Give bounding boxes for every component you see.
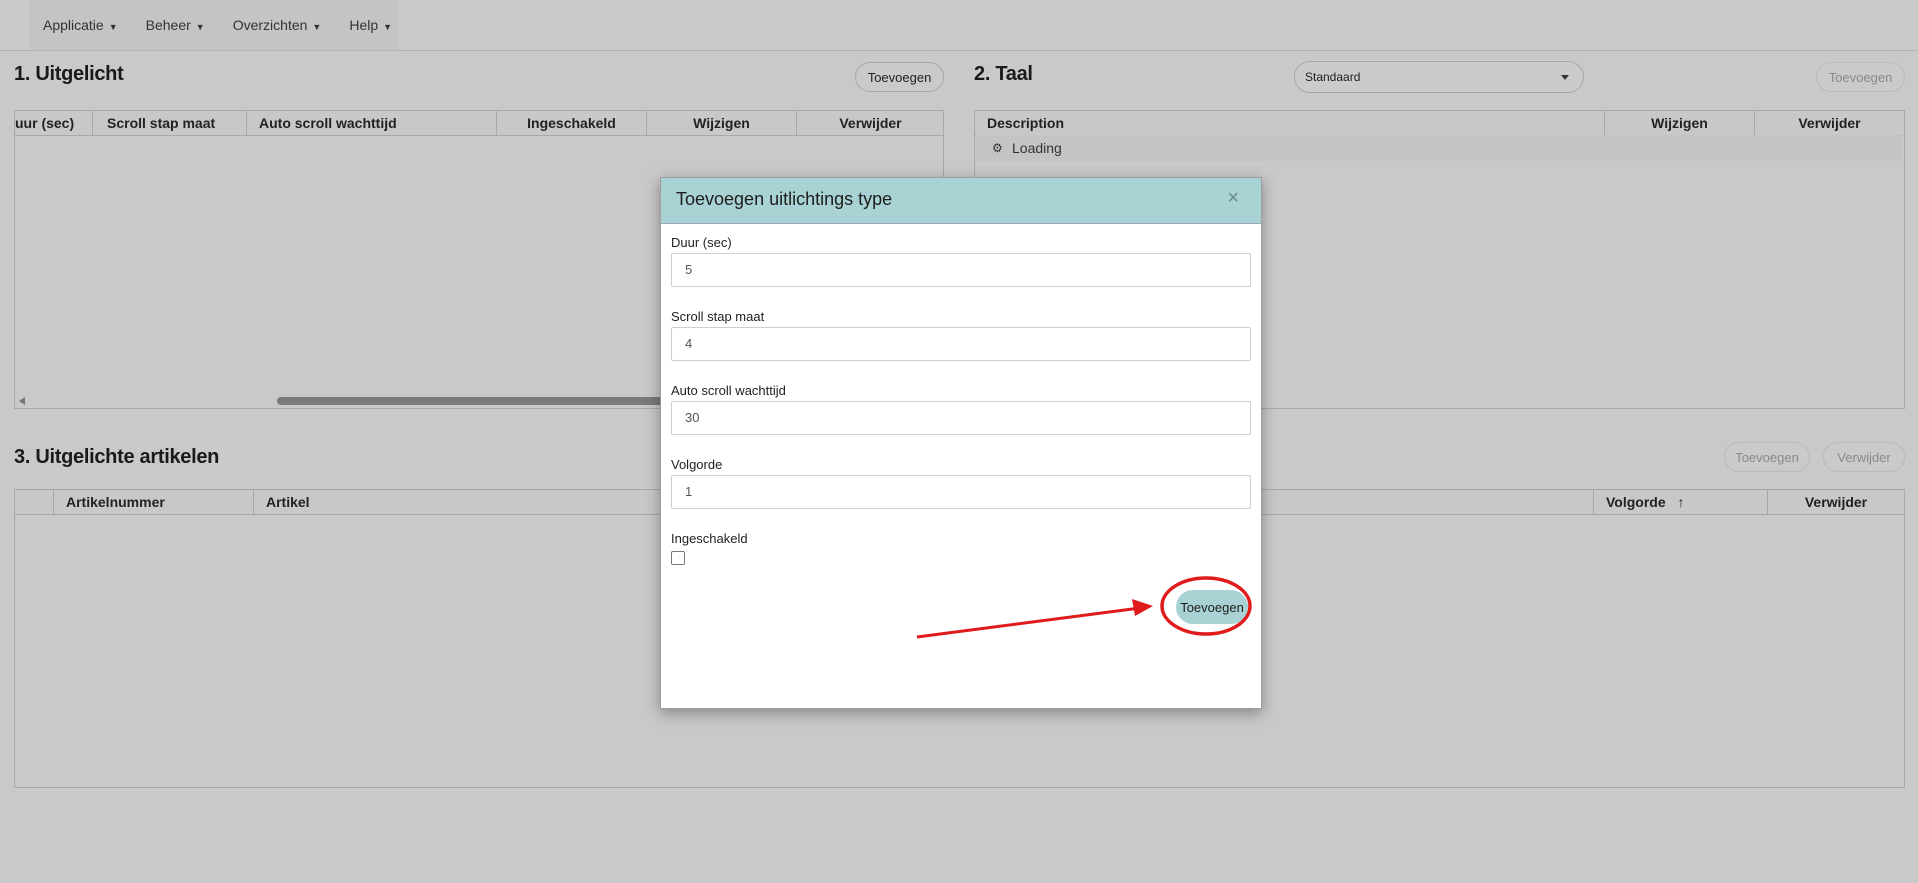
sort-ascending-icon: ↑ <box>1677 494 1685 510</box>
duur-input[interactable]: 5 <box>671 253 1251 287</box>
nav-overzichten-menu[interactable]: Overzichten ▼ <box>233 17 322 33</box>
gear-icon: ⚙ <box>992 141 1003 155</box>
column-header-duur[interactable]: uur (sec) <box>15 111 92 135</box>
caret-down-icon: ▼ <box>383 22 393 32</box>
nav-help-menu[interactable]: Help ▼ <box>349 17 392 33</box>
scrollbar-thumb[interactable] <box>277 397 677 405</box>
column-header-verwijder[interactable]: Verwijder <box>1754 111 1904 135</box>
column-header-verwijder[interactable]: Verwijder <box>1767 490 1904 514</box>
duur-label: Duur (sec) <box>671 235 732 250</box>
scroll-stap-input[interactable]: 4 <box>671 327 1251 361</box>
loading-text: Loading <box>1012 140 1062 156</box>
column-header-wijzigen[interactable]: Wijzigen <box>1604 111 1754 135</box>
section2-title: 2. Taal <box>974 63 1033 85</box>
section1-add-button[interactable]: Toevoegen <box>855 62 944 92</box>
add-type-modal: Toevoegen uitlichtings type × Duur (sec)… <box>660 177 1262 709</box>
section3-title: 3. Uitgelichte artikelen <box>14 446 220 468</box>
chevron-down-icon <box>1561 75 1569 80</box>
column-header-description[interactable]: Description <box>975 111 1604 135</box>
column-header-wijzigen[interactable]: Wijzigen <box>646 111 796 135</box>
close-icon[interactable]: × <box>1227 187 1239 210</box>
ingeschakeld-checkbox[interactable] <box>671 551 685 565</box>
caret-down-icon: ▼ <box>312 22 322 32</box>
section1-title: 1. Uitgelicht <box>14 63 124 85</box>
section2-table-header: Description Wijzigen Verwijder <box>975 111 1904 136</box>
caret-down-icon: ▼ <box>108 22 118 32</box>
column-header-verwijder[interactable]: Verwijder <box>796 111 944 135</box>
nav-applicatie-menu[interactable]: Applicatie ▼ <box>43 17 118 33</box>
section2-add-button[interactable]: Toevoegen <box>1816 62 1905 92</box>
loading-row: ⚙ Loading <box>976 135 1903 161</box>
section1-table-header: uur (sec) Scroll stap maat Auto scroll w… <box>15 111 943 136</box>
top-navbar: Applicatie ▼ Beheer ▼ Overzichten ▼ Help ▼ <box>0 0 1918 51</box>
modal-title: Toevoegen uitlichtings type <box>676 189 893 209</box>
section3-add-button[interactable]: Toevoegen <box>1724 442 1810 472</box>
column-header-ingeschakeld[interactable]: Ingeschakeld <box>496 111 646 135</box>
auto-scroll-input[interactable]: 30 <box>671 401 1251 435</box>
column-header-select[interactable] <box>15 490 53 514</box>
column-header-scroll-stap[interactable]: Scroll stap maat <box>92 111 246 135</box>
modal-header: Toevoegen uitlichtings type × <box>661 178 1261 224</box>
caret-down-icon: ▼ <box>195 22 205 32</box>
column-header-volgorde[interactable]: Volgorde ↑ <box>1593 490 1767 514</box>
scroll-stap-label: Scroll stap maat <box>671 309 765 324</box>
section3-delete-button[interactable]: Verwijder <box>1823 442 1905 472</box>
column-header-auto-scroll[interactable]: Auto scroll wachttijd <box>246 111 496 135</box>
nav-menu: Applicatie ▼ Beheer ▼ Overzichten ▼ Help ▼ <box>29 0 399 50</box>
volgorde-label: Volgorde <box>1606 494 1666 510</box>
scroll-left-arrow-icon[interactable] <box>19 397 25 405</box>
language-select-value: Standaard <box>1305 70 1361 84</box>
language-select[interactable]: Standaard <box>1294 61 1584 93</box>
column-header-artikelnummer[interactable]: Artikelnummer <box>53 490 253 514</box>
nav-beheer-menu[interactable]: Beheer ▼ <box>146 17 205 33</box>
submit-add-button[interactable]: Toevoegen <box>1176 590 1248 624</box>
auto-scroll-label: Auto scroll wachttijd <box>671 383 786 398</box>
volgorde-label: Volgorde <box>671 457 723 472</box>
volgorde-input[interactable]: 1 <box>671 475 1251 509</box>
ingeschakeld-label: Ingeschakeld <box>671 531 748 546</box>
